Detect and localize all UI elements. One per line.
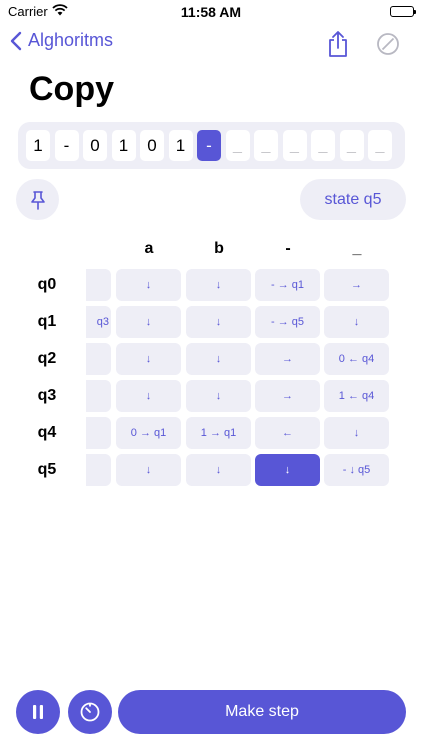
transition-cell[interactable]: 0 ← q4 xyxy=(324,343,389,375)
pause-icon xyxy=(33,705,43,719)
tape-cells: 1-0 1 0 1- _ _ _ _ _ _ xyxy=(26,130,392,161)
transition-cell[interactable]: ↓ xyxy=(116,380,181,412)
transition-cell-partial[interactable] xyxy=(86,343,111,375)
tape-cell[interactable]: 1 xyxy=(168,130,193,161)
transition-cell[interactable]: 1 → q1 xyxy=(186,417,251,449)
share-icon xyxy=(329,31,347,57)
transition-cell-partial[interactable] xyxy=(86,269,111,301)
tape-cell[interactable]: _ xyxy=(368,130,392,161)
row-label: q1 xyxy=(37,313,57,330)
slash-circle-icon xyxy=(377,33,399,55)
transition-cell[interactable]: ↓ xyxy=(324,417,389,449)
transition-cell[interactable]: ↓ xyxy=(116,343,181,375)
row-label: q0 xyxy=(37,276,57,293)
tape[interactable]: 1-0 1 0 1- _ _ _ _ _ _ xyxy=(18,122,405,169)
transition-cell[interactable]: - ↓ q5 xyxy=(324,454,389,486)
transition-cell[interactable]: 0 → q1 xyxy=(116,417,181,449)
back-button[interactable]: Alghoritms xyxy=(10,30,113,51)
transition-cell[interactable]: → xyxy=(255,343,320,375)
transition-cell[interactable]: ↓ xyxy=(116,269,181,301)
transition-cell[interactable]: - → q1 xyxy=(255,269,320,301)
transition-cell[interactable]: - → q5 xyxy=(255,306,320,338)
transition-cell[interactable]: ↓ xyxy=(186,306,251,338)
clear-button[interactable] xyxy=(376,32,400,61)
tape-cell[interactable]: _ xyxy=(311,130,335,161)
transition-cell[interactable]: ↓ xyxy=(324,306,389,338)
transition-cell[interactable]: ↓ xyxy=(186,269,251,301)
column-header: a xyxy=(144,240,154,257)
transition-cell[interactable]: → xyxy=(255,380,320,412)
pause-button[interactable] xyxy=(16,690,60,734)
transition-cell-active[interactable]: ↓ xyxy=(255,454,320,486)
transition-cell-partial[interactable] xyxy=(86,454,111,486)
transition-table: ↓ ↓ - → q1 → q3 ↓ ↓ - → q5 ↓ ↓ ↓ → 0 ← q4 ↓ ↓ → 1 ← q4 0 … xyxy=(86,264,416,494)
transition-cell[interactable]: ↓ xyxy=(186,343,251,375)
tape-cell[interactable]: 1 xyxy=(26,130,50,161)
tape-cell-active[interactable]: - xyxy=(197,130,221,161)
column-header: - xyxy=(285,240,291,257)
tape-cell[interactable]: 0 xyxy=(140,130,164,161)
tape-cell[interactable]: _ xyxy=(225,130,250,161)
transition-cell-partial[interactable] xyxy=(86,380,111,412)
tape-cell[interactable]: 1 xyxy=(111,130,136,161)
transition-cell[interactable]: ↓ xyxy=(186,380,251,412)
chevron-left-icon xyxy=(10,31,22,50)
current-state-badge: state q5 xyxy=(300,179,406,220)
tape-cell[interactable]: _ xyxy=(282,130,307,161)
row-label: q4 xyxy=(37,424,57,441)
transition-cell[interactable]: 1 ← q4 xyxy=(324,380,389,412)
page-title: Copy xyxy=(29,70,114,108)
make-step-button[interactable]: Make step xyxy=(118,690,406,734)
battery-icon xyxy=(390,6,416,17)
column-header: _ xyxy=(352,240,362,257)
column-header: b xyxy=(214,240,224,257)
transition-cell[interactable]: ← xyxy=(255,417,320,449)
tape-cell[interactable]: _ xyxy=(339,130,364,161)
tape-cell[interactable]: - xyxy=(54,130,79,161)
pin-button[interactable] xyxy=(16,179,59,220)
transition-cell-partial[interactable]: q3 xyxy=(86,306,111,338)
pin-icon xyxy=(30,190,45,210)
transition-cell[interactable]: ↓ xyxy=(116,306,181,338)
transition-cell[interactable]: ↓ xyxy=(186,454,251,486)
tape-cell[interactable]: _ xyxy=(254,130,278,161)
tape-cell[interactable]: 0 xyxy=(83,130,107,161)
transition-cell-partial[interactable] xyxy=(86,417,111,449)
transition-cell[interactable]: ↓ xyxy=(116,454,181,486)
back-label: Alghoritms xyxy=(28,30,114,50)
timer-icon xyxy=(80,702,100,722)
row-label: q5 xyxy=(37,461,57,478)
share-button[interactable] xyxy=(326,30,350,63)
transition-cell[interactable]: → xyxy=(324,269,389,301)
row-label: q2 xyxy=(37,350,57,367)
clock: 11:58 AM xyxy=(180,4,242,20)
status-bar: Carrier 11:58 AM xyxy=(0,0,422,24)
timer-button[interactable] xyxy=(68,690,112,734)
row-label: q3 xyxy=(37,387,57,404)
navigation-bar: Alghoritms xyxy=(0,28,422,62)
